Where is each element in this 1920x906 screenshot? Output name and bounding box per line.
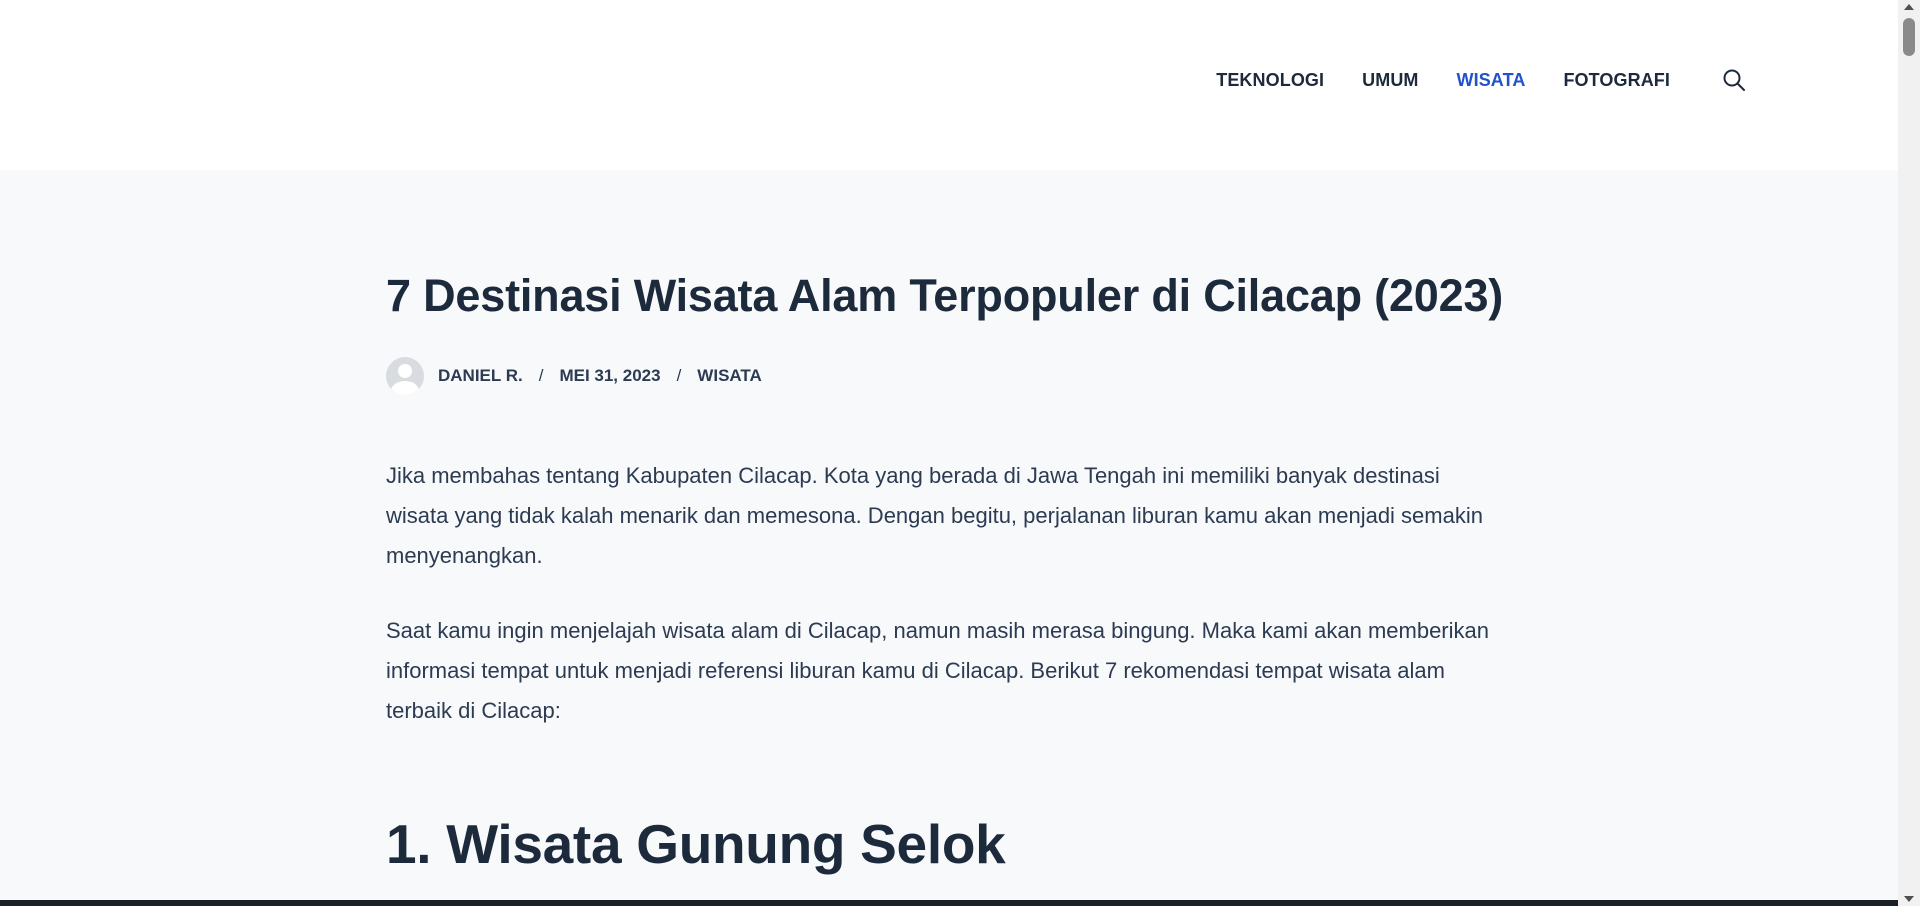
author-link[interactable]: DANIEL R. <box>438 366 523 386</box>
nav-item-teknologi[interactable]: TEKNOLOGI <box>1216 67 1324 93</box>
avatar-body <box>391 381 419 395</box>
intro-paragraph-1: Jika membahas tentang Kabupaten Cilacap.… <box>386 463 1483 568</box>
main-nav: TEKNOLOGI UMUM WISATA FOTOGRAFI <box>1216 66 1748 94</box>
page-scrollbar[interactable] <box>1898 0 1920 906</box>
intro-paragraph-2: Saat kamu ingin menjelajah wisata alam d… <box>386 618 1489 723</box>
scroll-up-arrow-icon[interactable] <box>1904 4 1914 10</box>
meta-separator: / <box>676 366 682 385</box>
nav-item-wisata[interactable]: WISATA <box>1457 67 1526 93</box>
nav-item-umum[interactable]: UMUM <box>1362 67 1418 93</box>
post-meta: DANIEL R. / MEI 31, 2023 / WISATA <box>386 356 762 396</box>
site-header: TEKNOLOGI UMUM WISATA FOTOGRAFI <box>0 0 1898 170</box>
post-title: 7 Destinasi Wisata Alam Terpopuler di Ci… <box>386 270 1504 321</box>
avatar[interactable] <box>386 357 424 395</box>
scroll-down-arrow-icon[interactable] <box>1904 896 1914 902</box>
nav-item-fotografi[interactable]: FOTOGRAFI <box>1563 67 1670 93</box>
meta-separator: / <box>538 366 544 385</box>
scroll-thumb[interactable] <box>1903 18 1915 56</box>
avatar-head <box>398 364 412 378</box>
search-icon <box>1723 69 1745 91</box>
image-preview-strip <box>0 900 1898 906</box>
post-date: MEI 31, 2023 <box>559 366 661 385</box>
section-heading: 1. Wisata Gunung Selok <box>386 813 1006 875</box>
search-button[interactable] <box>1720 66 1748 94</box>
category-link[interactable]: WISATA <box>697 366 762 386</box>
